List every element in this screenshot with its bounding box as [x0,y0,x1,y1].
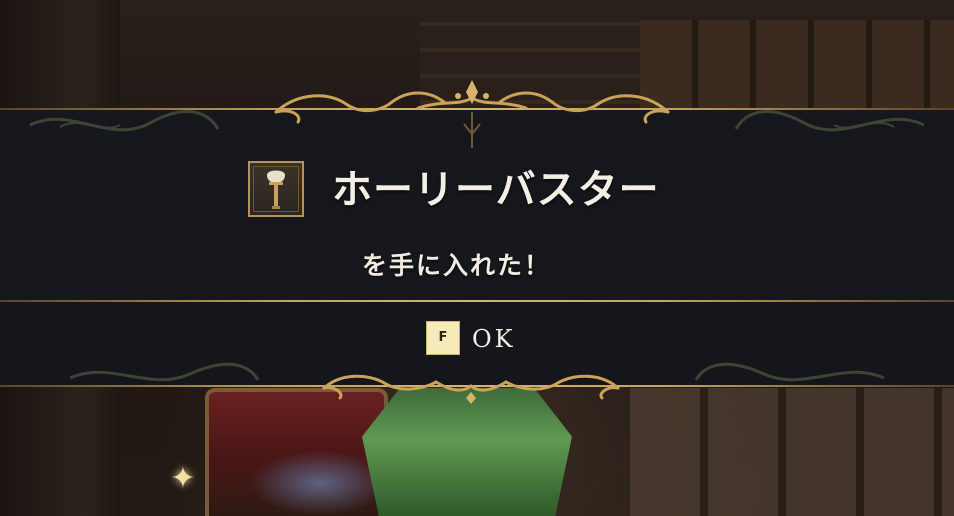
bottom-ornament [322,374,620,404]
torch-wand-icon [267,170,285,209]
ok-button[interactable]: F OK [426,320,530,358]
obtained-message: を手に入れた！ [362,251,552,280]
filigree-left-top [29,110,220,132]
filigree-right-top [734,110,925,132]
f-key-badge: F [426,321,460,355]
sparkle-icon: ✦ [170,461,196,496]
filigree-right-bottom [694,362,885,382]
player-character [362,388,572,516]
ok-label: OK [472,325,516,353]
top-ornament [274,80,670,148]
game-scene: ✦ ホーリーバスター を手に入れた！ F OK [0,0,954,516]
banner-divider [0,300,954,302]
filigree-left-bottom [69,362,260,382]
background-crates-lower [630,388,954,516]
background-crates [640,20,954,110]
item-name: ホーリーバスター [332,166,660,213]
item-icon-frame [248,161,304,217]
